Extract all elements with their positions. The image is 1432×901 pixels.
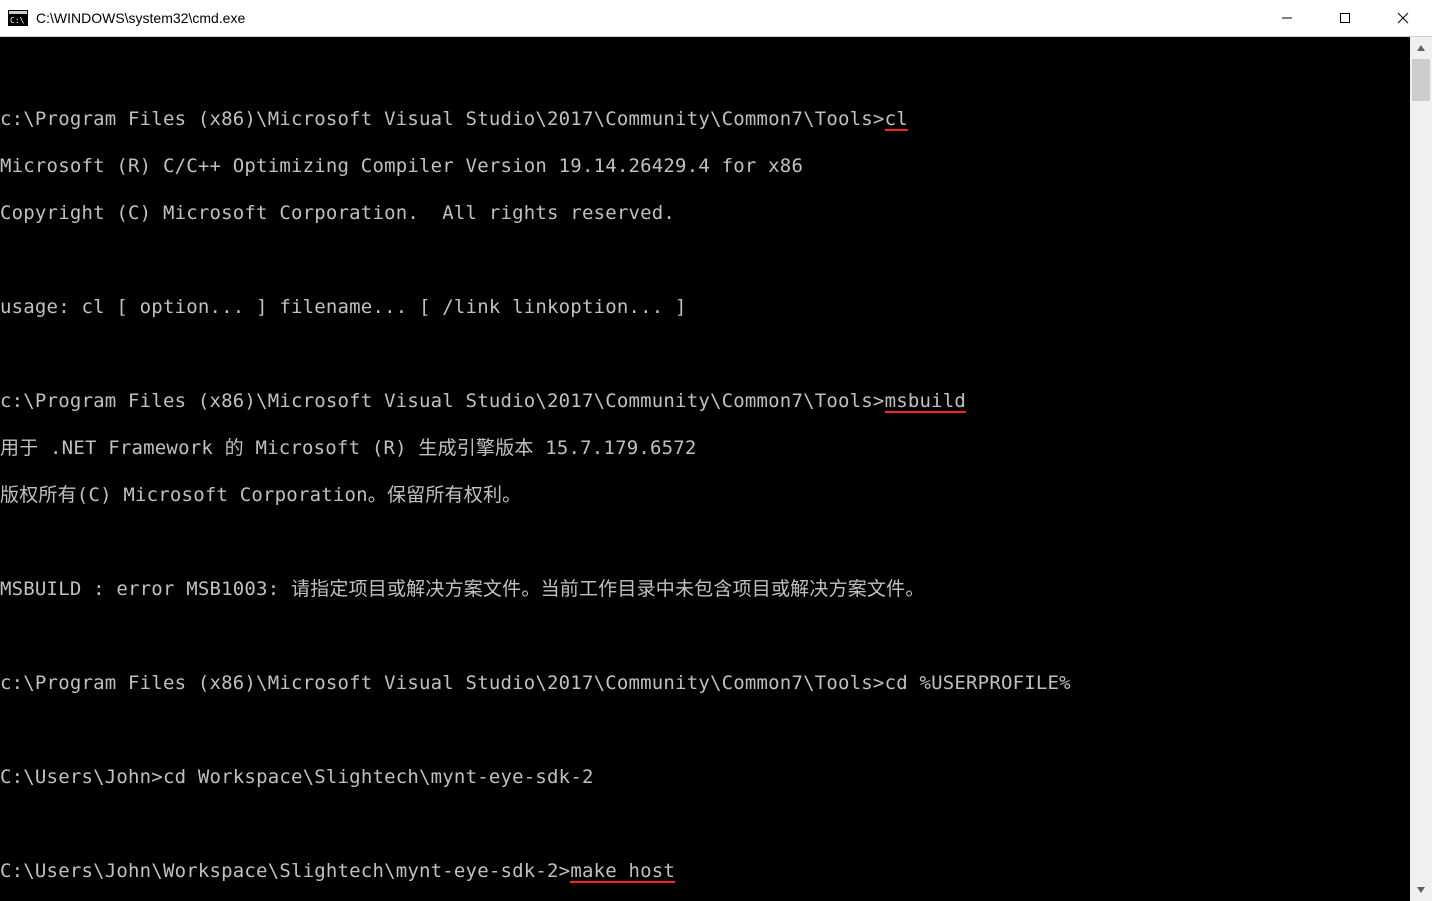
cmd-icon: C:\ [8, 10, 28, 26]
scrollbar-track[interactable] [1410, 59, 1432, 879]
close-button[interactable] [1374, 0, 1432, 36]
prompt-text: c:\Program Files (x86)\Microsoft Visual … [0, 390, 885, 412]
window-title: C:\WINDOWS\system32\cmd.exe [36, 10, 1258, 26]
output-line: Microsoft (R) C/C++ Optimizing Compiler … [0, 155, 1410, 179]
scrollbar-up-arrow[interactable] [1410, 37, 1432, 59]
command-text: msbuild [885, 391, 966, 413]
command-text: cl [885, 109, 908, 131]
svg-text:C:\: C:\ [10, 16, 25, 25]
output-line: usage: cl [ option... ] filename... [ /l… [0, 296, 1410, 320]
terminal-container: c:\Program Files (x86)\Microsoft Visual … [0, 37, 1432, 901]
output-line: MSBUILD : error MSB1003: 请指定项目或解决方案文件。当前… [0, 578, 1410, 602]
window-controls [1258, 0, 1432, 36]
minimize-button[interactable] [1258, 0, 1316, 36]
command-text: cd %USERPROFILE% [885, 672, 1071, 694]
terminal-output[interactable]: c:\Program Files (x86)\Microsoft Visual … [0, 37, 1410, 901]
output-line: 版权所有(C) Microsoft Corporation。保留所有权利。 [0, 484, 1410, 508]
scrollbar[interactable] [1410, 37, 1432, 901]
titlebar: C:\ C:\WINDOWS\system32\cmd.exe [0, 0, 1432, 37]
scrollbar-thumb[interactable] [1412, 59, 1430, 101]
output-line: 用于 .NET Framework 的 Microsoft (R) 生成引擎版本… [0, 437, 1410, 461]
prompt-text: C:\Users\John> [0, 766, 163, 788]
output-line: Copyright (C) Microsoft Corporation. All… [0, 202, 1410, 226]
scrollbar-down-arrow[interactable] [1410, 879, 1432, 901]
prompt-text: c:\Program Files (x86)\Microsoft Visual … [0, 672, 885, 694]
command-text: make host [570, 861, 675, 883]
command-text: cd Workspace\Slightech\mynt-eye-sdk-2 [163, 766, 594, 788]
prompt-text: C:\Users\John\Workspace\Slightech\mynt-e… [0, 860, 570, 882]
prompt-text: c:\Program Files (x86)\Microsoft Visual … [0, 108, 885, 130]
maximize-button[interactable] [1316, 0, 1374, 36]
